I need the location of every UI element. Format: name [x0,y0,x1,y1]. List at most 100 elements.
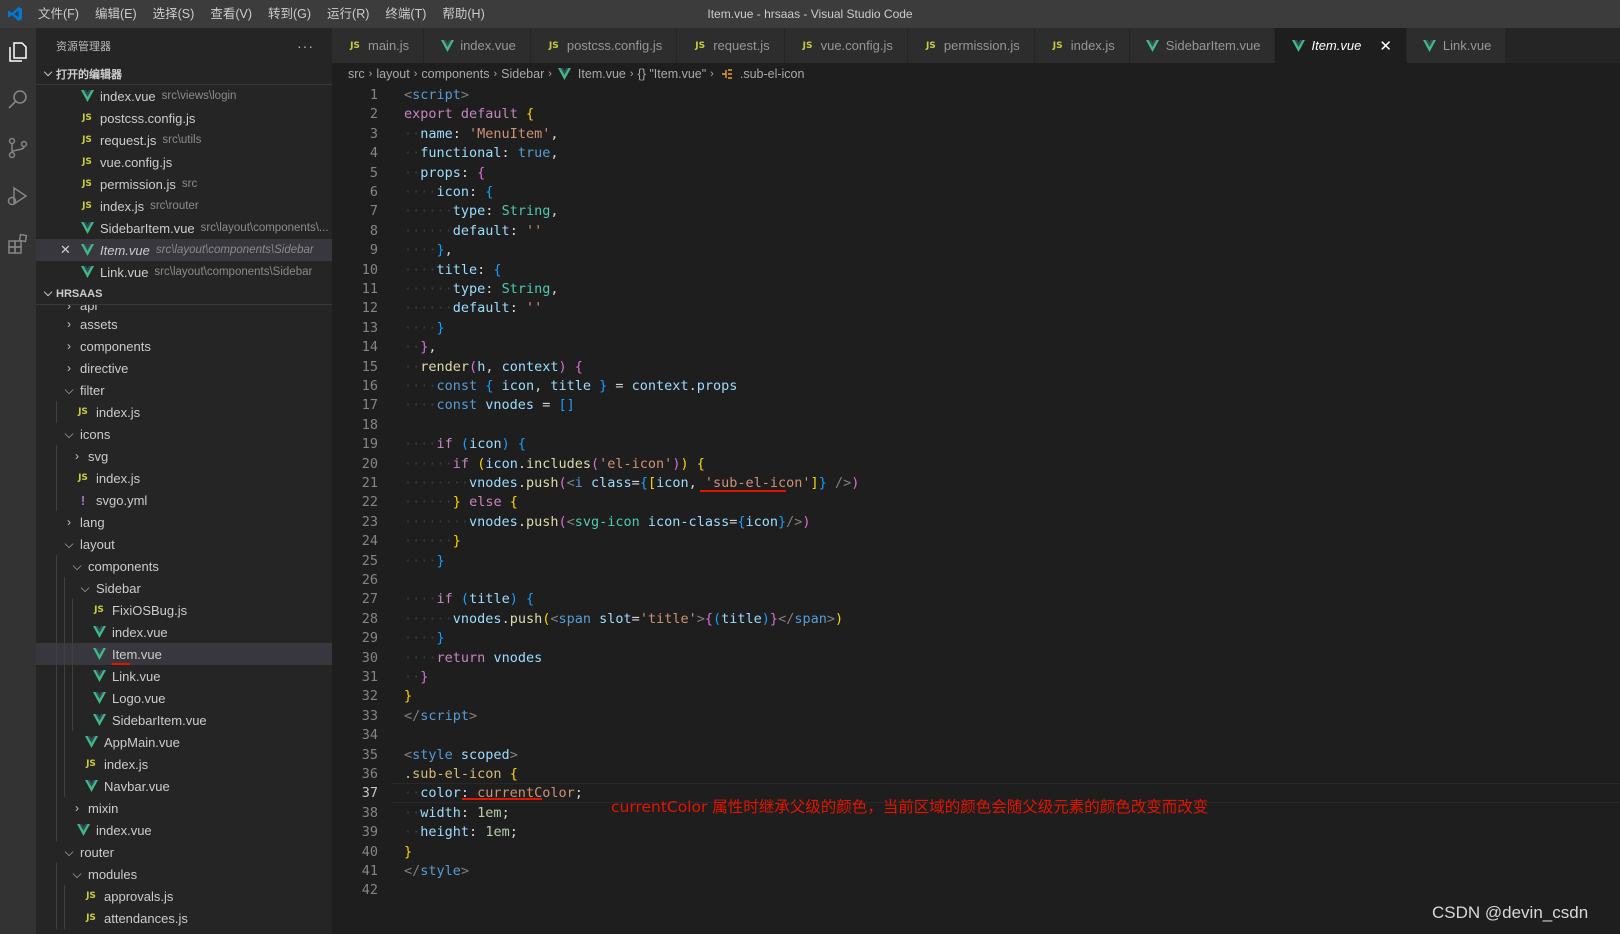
file-item[interactable]: Navbar.vue [36,775,332,797]
breadcrumb-item[interactable]: .sub-el-icon [740,67,805,81]
open-editor-item[interactable]: index.vue src\views\login [36,85,332,107]
open-editor-item[interactable]: JS vue.config.js [36,151,332,173]
open-editor-item[interactable]: JS permission.js src [36,173,332,195]
open-editor-item[interactable]: Link.vue src\layout\components\Sidebar [36,261,332,283]
vue-file-icon [78,222,96,234]
tab-label: vue.config.js [820,38,893,53]
menu-item[interactable]: 帮助(H) [434,0,492,28]
source-control-icon[interactable] [0,124,36,172]
folder-item[interactable]: ⌵ filter [36,379,332,401]
folder-item[interactable]: › svg [36,445,332,467]
vscode-logo-icon[interactable] [0,0,30,28]
folder-item[interactable]: › lang [36,511,332,533]
code-token: { [509,494,518,511]
breadcrumb-item[interactable]: components [421,67,489,81]
tab-item-vue[interactable]: Item.vue ✕ [1275,28,1407,63]
code-text: ····const vnodes = [] [404,395,575,415]
folder-item[interactable]: › api [36,305,332,313]
open-editor-item[interactable]: JS postcss.config.js [36,107,332,129]
code-token: > [460,87,470,103]
file-item[interactable]: JS FixiOSBug.js [36,599,332,621]
menu-item[interactable]: 选择(S) [145,0,203,28]
menu-item[interactable]: 编辑(E) [87,0,145,28]
file-item[interactable]: SidebarItem.vue [36,709,332,731]
breadcrumb-item[interactable]: Sidebar [501,67,544,81]
indent-guide [64,643,65,665]
menu-item[interactable]: 运行(R) [319,0,377,28]
breadcrumb-item[interactable]: layout [376,67,409,81]
file-item[interactable]: JS index.js [36,467,332,489]
folder-item[interactable]: › assets [36,313,332,335]
tab-request-js[interactable]: JS request.js [677,28,785,63]
more-actions-icon[interactable]: ··· [297,38,314,54]
menu-item[interactable]: 转到(G) [260,0,319,28]
open-editor-item[interactable]: ✕ Item.vue src\layout\components\Sidebar [36,239,332,261]
folder-item[interactable]: ⌵ modules [36,863,332,885]
tab-permission-js[interactable]: JS permission.js [907,28,1035,63]
tab-main-js[interactable]: JS main.js [332,28,425,63]
file-item[interactable]: ! svgo.yml [36,489,332,511]
folder-item[interactable]: ⌵ Sidebar [36,577,332,599]
code-token: : [460,785,478,802]
run-debug-icon[interactable] [0,172,36,220]
folder-item[interactable]: ⌵ router [36,841,332,863]
open-editor-item[interactable]: SidebarItem.vue src\layout\components\... [36,217,332,239]
breadcrumb-item[interactable]: {} "Item.vue" [638,67,707,81]
project-section[interactable]: ⌵ HRSAAS [36,283,332,305]
file-item[interactable]: index.vue [36,819,332,841]
open-editor-item[interactable]: JS index.js src\router [36,195,332,217]
file-item[interactable]: JS index.js [36,753,332,775]
indent-guide [64,753,65,775]
tab-label: main.js [368,38,410,53]
file-item[interactable]: JS attendances.js [36,907,332,929]
vue-file-icon [90,670,108,682]
file-item[interactable]: Item.vue [36,643,332,665]
tab-index-vue[interactable]: index.vue [424,28,531,63]
tab-vue-config-js[interactable]: JS vue.config.js [784,28,908,63]
code-token: { [525,106,535,123]
tab-postcss-config-js[interactable]: JS postcss.config.js [530,28,678,63]
code-token: } [436,630,445,647]
menu-item[interactable]: 终端(T) [377,0,434,28]
folder-item[interactable]: › components [36,335,332,357]
line-number: 38 [361,804,378,821]
file-item[interactable]: Link.vue [36,665,332,687]
close-icon[interactable]: ✕ [60,242,71,258]
indent-guide [56,775,57,797]
code-token: { [485,184,494,200]
code-token: </ [404,863,421,879]
code-token: = [631,475,640,491]
menu-item[interactable]: 文件(F) [30,0,87,28]
code-token: ( [558,513,567,530]
open-editor-item[interactable]: JS request.js src\utils [36,129,332,151]
folder-item[interactable]: › mixin [36,797,332,819]
code-token: 'el-icon' [599,455,673,472]
file-item[interactable]: Logo.vue [36,687,332,709]
folder-item[interactable]: › directive [36,357,332,379]
code-token: > [469,707,478,724]
close-icon[interactable]: ✕ [1379,37,1392,55]
menu-item[interactable]: 查看(V) [202,0,260,28]
folder-item[interactable]: ⌵ components [36,555,332,577]
file-item[interactable]: JS index.js [36,401,332,423]
file-item[interactable]: AppMain.vue [36,731,332,753]
folder-item[interactable]: ⌵ layout [36,533,332,555]
tree-item-name: approvals.js [104,888,174,904]
code-text: ····} [404,628,445,648]
code-line: 34 [332,725,1620,745]
tab-link-vue[interactable]: Link.vue [1406,28,1507,63]
open-editors-section[interactable]: ⌵ 打开的编辑器 [36,63,332,85]
code-token: ···· [404,630,437,647]
search-icon[interactable] [0,76,36,124]
breadcrumb-item[interactable]: src [348,67,365,81]
file-item[interactable]: JS approvals.js [36,885,332,907]
extensions-icon[interactable] [0,220,36,268]
indent-guide [56,731,57,753]
file-item[interactable]: index.vue [36,621,332,643]
breadcrumb-item[interactable]: Item.vue [578,67,626,81]
tab-index-js[interactable]: JS index.js [1034,28,1130,63]
folder-item[interactable]: ⌵ icons [36,423,332,445]
files-icon[interactable] [0,28,36,76]
tab-sidebaritem-vue[interactable]: SidebarItem.vue [1129,28,1276,63]
